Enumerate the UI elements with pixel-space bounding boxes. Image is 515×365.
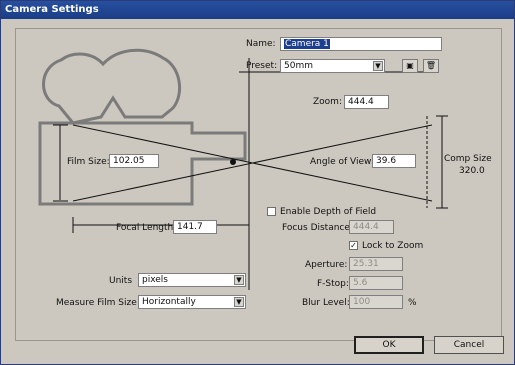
blur-level-unit: % — [408, 298, 417, 308]
measure-film-size-label: Measure Film Size — [56, 298, 137, 308]
name-label: Name: — [246, 39, 276, 49]
angle-of-view-label: Angle of View: — [310, 157, 374, 167]
film-reel-outline — [38, 48, 247, 206]
camera-diagram — [15, 28, 502, 341]
aperture-value: 25.31 — [353, 259, 379, 269]
angle-of-view-lines — [53, 58, 448, 290]
angle-of-view-field[interactable]: 39.6 — [372, 154, 416, 168]
units-select[interactable]: pixels ▼ — [138, 273, 246, 287]
blur-level-label: Blur Level: — [302, 298, 350, 308]
film-size-field[interactable]: 102.05 — [109, 154, 159, 168]
fstop-field[interactable]: 5.6 — [349, 276, 403, 290]
name-field[interactable]: Camera 1 — [280, 37, 442, 51]
zoom-value: 444.4 — [348, 97, 374, 107]
units-label: Units — [109, 276, 133, 286]
ok-button[interactable]: OK — [354, 336, 424, 354]
comp-size-value: 320.0 — [459, 166, 485, 176]
comp-size-label: Comp Size — [444, 154, 492, 164]
focal-length-label: Focal Length: — [116, 223, 177, 233]
cancel-label: Cancel — [453, 340, 485, 350]
fstop-value: 5.6 — [353, 278, 368, 288]
camera-settings-dialog: Camera Settings Name: Camera 1 Preset: 5… — [0, 0, 515, 365]
preset-select[interactable]: 50mm ▼ — [280, 59, 385, 73]
depth-of-field-label: Enable Depth of Field — [280, 207, 377, 217]
save-preset-icon: ▣ — [406, 61, 414, 70]
blur-level-value: 100 — [353, 297, 371, 307]
lock-to-zoom-label: Lock to Zoom — [362, 241, 424, 251]
save-preset-button[interactable]: ▣ — [402, 59, 418, 73]
preset-value: 50mm — [284, 61, 313, 71]
focus-distance-value: 444.4 — [353, 222, 379, 232]
preset-label: Preset: — [246, 61, 278, 71]
measure-film-size-value: Horizontally — [142, 297, 196, 307]
aperture-label: Aperture: — [305, 260, 348, 270]
film-size-value: 102.05 — [113, 156, 145, 166]
window-title: Camera Settings — [5, 4, 99, 15]
cancel-button[interactable]: Cancel — [434, 336, 504, 354]
focal-point — [230, 159, 236, 165]
aperture-field[interactable]: 25.31 — [349, 257, 403, 271]
measure-film-size-select[interactable]: Horizontally ▼ — [138, 295, 246, 309]
name-field-value: Camera 1 — [284, 39, 330, 49]
units-value: pixels — [142, 275, 168, 285]
chevron-down-icon: ▼ — [234, 275, 244, 285]
zoom-label: Zoom: — [313, 97, 342, 107]
angle-of-view-value: 39.6 — [376, 156, 397, 166]
depth-of-field-checkbox[interactable] — [267, 207, 276, 216]
lock-to-zoom-checkbox[interactable]: ✓ — [349, 241, 358, 250]
delete-preset-icon: 🗑 — [425, 61, 437, 70]
fstop-label: F-Stop: — [317, 279, 349, 289]
zoom-field[interactable]: 444.4 — [344, 95, 389, 109]
focal-length-value: 141.7 — [177, 222, 203, 232]
chevron-down-icon: ▼ — [234, 297, 244, 307]
chevron-down-icon: ▼ — [373, 61, 383, 71]
film-size-label: Film Size: — [67, 157, 110, 167]
focal-length-field[interactable]: 141.7 — [173, 220, 217, 234]
title-bar[interactable]: Camera Settings — [1, 1, 514, 19]
delete-preset-button[interactable]: 🗑 — [423, 59, 439, 73]
ok-label: OK — [382, 340, 396, 350]
focus-distance-label: Focus Distance: — [282, 223, 353, 233]
focus-distance-field[interactable]: 444.4 — [349, 220, 394, 234]
blur-level-field[interactable]: 100 — [349, 295, 403, 309]
